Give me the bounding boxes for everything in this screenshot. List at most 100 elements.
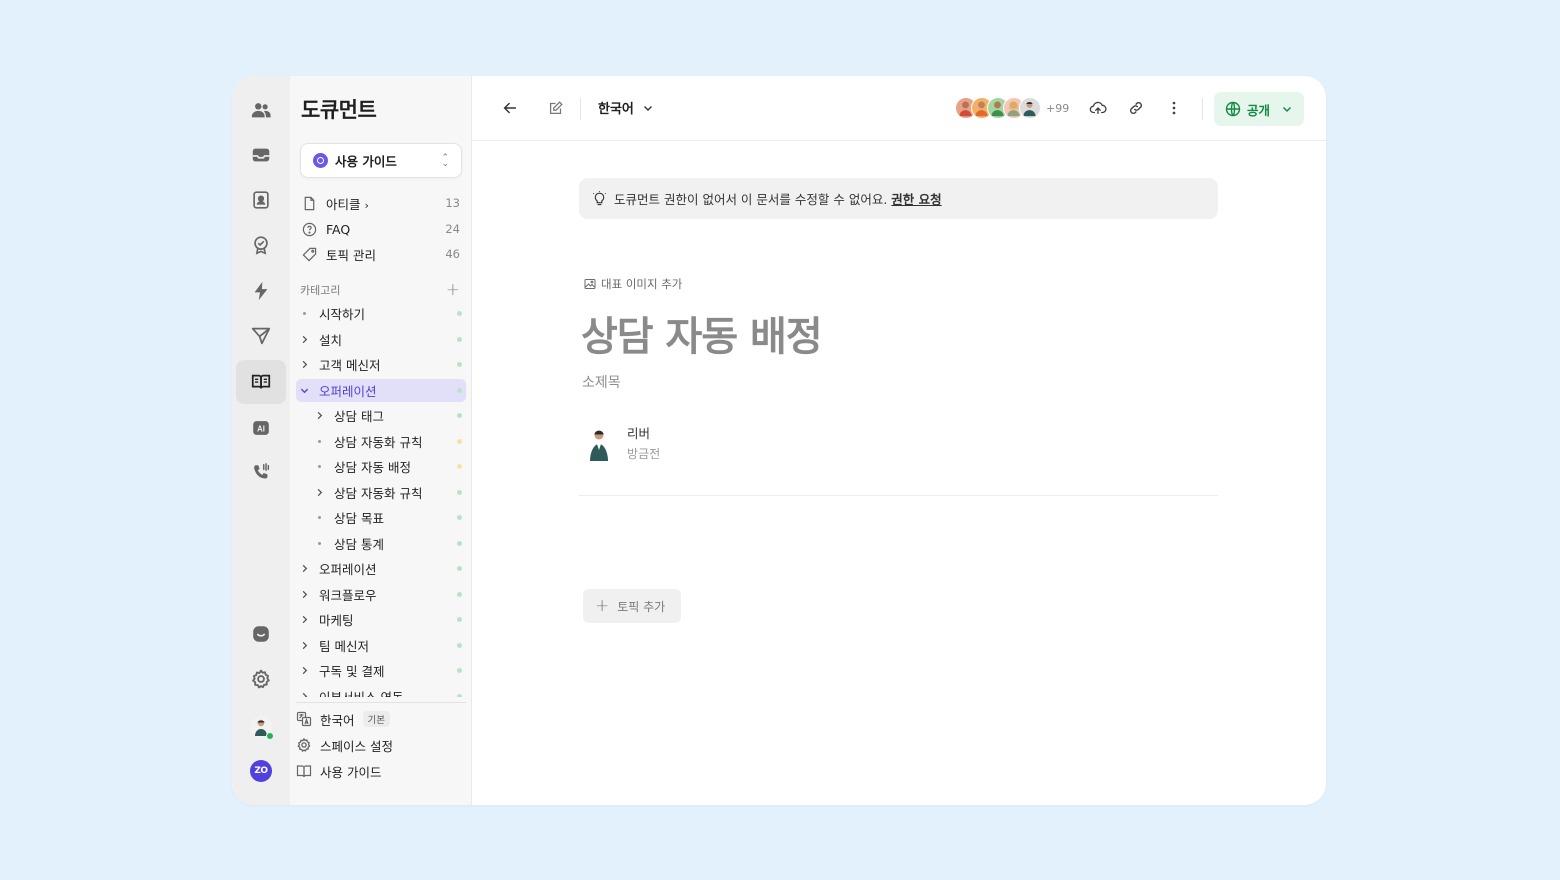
- chevron-down-icon[interactable]: [296, 385, 312, 396]
- category-item[interactable]: 설치: [296, 328, 466, 351]
- content-divider: [579, 495, 1218, 496]
- category-label: 상담 태그: [334, 409, 384, 424]
- user-avatar[interactable]: [250, 716, 274, 740]
- sidebar-item-topics[interactable]: 토픽 관리 46: [302, 243, 460, 265]
- translate-icon: [296, 711, 312, 727]
- up-down-chevron-icon: ⌃ ⌄: [441, 152, 449, 169]
- status-dot: [457, 642, 462, 648]
- cloud-upload-icon[interactable]: [1087, 97, 1109, 119]
- status-dot: [457, 515, 462, 520]
- document-sidebar: 도큐먼트 사용 가이드 ⌃ ⌄ 아티클 › 13 FAQ 24 토픽 관리 46 …: [290, 76, 472, 805]
- category-item[interactable]: 오퍼레이션: [296, 557, 466, 580]
- sidebar-title: 도큐먼트: [301, 98, 377, 122]
- sidebar-item-faq[interactable]: FAQ 24: [302, 218, 460, 240]
- request-permission-link[interactable]: 권한 요청: [891, 189, 941, 208]
- chevron-right-icon[interactable]: [296, 334, 312, 345]
- inbox-icon[interactable]: [236, 133, 286, 177]
- collaborators-more-count: +99: [1046, 101, 1070, 115]
- bullet-icon: [318, 439, 321, 443]
- author-name: 리버: [627, 426, 651, 441]
- open-book-icon: [296, 765, 312, 778]
- chevron-right-icon[interactable]: [296, 589, 312, 600]
- sidebar-item-articles[interactable]: 아티클 › 13: [302, 192, 460, 214]
- send-icon[interactable]: [236, 314, 286, 358]
- chevron-right-icon[interactable]: [311, 487, 327, 498]
- contacts-icon[interactable]: [236, 88, 286, 132]
- badge-check-icon[interactable]: [236, 223, 286, 267]
- language-setting[interactable]: 한국어 기본: [296, 708, 466, 730]
- collaborator-avatar: [1019, 97, 1041, 119]
- category-item[interactable]: 상담 자동화 규칙: [296, 430, 466, 453]
- document-subtitle[interactable]: 소제목: [582, 372, 621, 392]
- status-dot: [457, 311, 462, 316]
- default-badge: 기본: [362, 711, 390, 727]
- document-editor: 한국어 +99 공개 도큐먼트 권한이 없어서 이 문서를 수정할 수 없어요.…: [472, 76, 1326, 805]
- category-item[interactable]: 상담 목표: [296, 506, 466, 529]
- sidebar-item-label: FAQ: [326, 221, 351, 237]
- sidebar-item-label: 아티클: [326, 196, 361, 212]
- settings-gear-icon[interactable]: [236, 657, 286, 701]
- category-item[interactable]: 팀 메신저: [296, 634, 466, 657]
- visibility-public-button[interactable]: 공개: [1214, 92, 1304, 126]
- category-item[interactable]: 상담 자동화 규칙: [296, 481, 466, 504]
- more-vertical-icon[interactable]: [1163, 97, 1185, 119]
- category-item[interactable]: 오퍼레이션: [296, 378, 466, 402]
- category-label: 시작하기: [319, 307, 366, 322]
- status-dot: [457, 540, 462, 546]
- category-label: 상담 목표: [334, 511, 384, 526]
- document-book-icon[interactable]: [236, 360, 286, 404]
- chevron-right-icon[interactable]: [296, 614, 312, 625]
- category-item[interactable]: 상담 통계: [296, 532, 466, 555]
- collaborator-avatars[interactable]: +99: [955, 97, 1069, 119]
- category-label: 이부서비스 연동: [319, 689, 404, 698]
- chevron-right-icon[interactable]: [296, 665, 312, 676]
- status-dot: [457, 693, 462, 697]
- category-item[interactable]: 워크플로우: [296, 583, 466, 606]
- document-title[interactable]: 상담 자동 배정: [581, 304, 823, 362]
- category-label: 워크플로우: [319, 587, 377, 603]
- add-cover-image-button[interactable]: 대표 이미지 추가: [584, 276, 682, 292]
- category-item[interactable]: 상담 자동 배정: [296, 455, 466, 478]
- chevron-right-icon[interactable]: [296, 359, 312, 370]
- category-item[interactable]: 마케팅: [296, 608, 466, 631]
- item-count: 13: [445, 196, 460, 210]
- space-icon: [313, 153, 328, 168]
- language-label: 한국어: [320, 712, 355, 728]
- phone-call-icon[interactable]: [236, 451, 286, 495]
- workspace-logo[interactable]: ZO: [250, 760, 272, 782]
- contact-book-icon[interactable]: [236, 178, 286, 222]
- categories-header: 카테고리 +: [300, 280, 460, 300]
- language-selector[interactable]: 한국어: [598, 98, 654, 117]
- chevron-right-icon[interactable]: [296, 691, 312, 697]
- space-selector-label: 사용 가이드: [335, 154, 397, 169]
- chevron-right-icon[interactable]: [296, 563, 312, 574]
- image-icon: [584, 279, 596, 289]
- status-dot: [457, 591, 462, 597]
- category-item[interactable]: 이부서비스 연동: [296, 685, 466, 698]
- status-dot: [457, 362, 462, 367]
- ai-icon[interactable]: AI: [236, 406, 286, 450]
- space-settings[interactable]: 스페이스 설정: [296, 734, 466, 756]
- category-item[interactable]: 시작하기: [296, 302, 466, 325]
- icon-rail: AI ZO: [232, 76, 290, 805]
- category-item[interactable]: 고객 메신저: [296, 353, 466, 376]
- space-settings-label: 스페이스 설정: [320, 738, 393, 754]
- chevron-right-icon[interactable]: [311, 410, 327, 421]
- back-arrow-icon[interactable]: [499, 97, 521, 119]
- category-label: 마케팅: [319, 613, 354, 628]
- link-icon[interactable]: [1125, 97, 1147, 119]
- user-guide-label: 사용 가이드: [320, 764, 382, 780]
- add-category-icon[interactable]: +: [446, 280, 460, 300]
- user-guide-link[interactable]: 사용 가이드: [296, 760, 466, 782]
- lightning-icon[interactable]: [236, 269, 286, 313]
- category-item[interactable]: 상담 태그: [296, 404, 466, 427]
- category-item[interactable]: 구독 및 결제: [296, 659, 466, 682]
- edit-pencil-icon[interactable]: [545, 97, 567, 119]
- category-label: 상담 자동화 규칙: [334, 485, 423, 501]
- space-selector[interactable]: 사용 가이드 ⌃ ⌄: [300, 143, 462, 178]
- chevron-down-icon: [643, 105, 652, 111]
- add-topic-button[interactable]: + 토픽 추가: [583, 589, 681, 623]
- chat-bubble-icon[interactable]: [236, 612, 286, 656]
- chevron-right-icon[interactable]: [296, 640, 312, 651]
- chevron-right-icon: ›: [364, 198, 369, 212]
